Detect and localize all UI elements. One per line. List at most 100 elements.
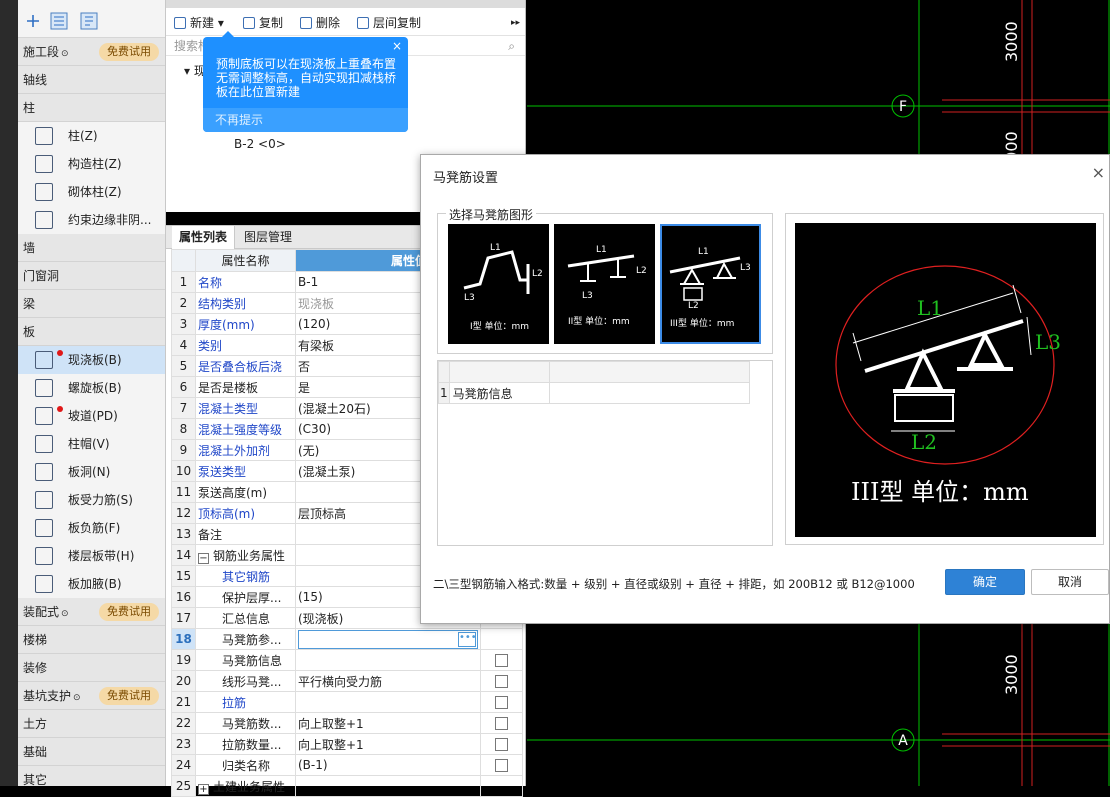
- property-row[interactable]: 18 马凳筋参... •••: [171, 628, 523, 650]
- search-icon[interactable]: ⌕: [508, 36, 515, 56]
- property-value[interactable]: 平行横向受力筋: [295, 670, 481, 692]
- negative-rebar-icon: [35, 519, 53, 537]
- input-format-hint: 二\三型钢筋输入格式:数量 + 级别 + 直径或级别 + 直径 + 排距，如 2…: [433, 577, 915, 591]
- copy-label: 复制: [259, 16, 284, 30]
- floor-copy-label: 层间复制: [373, 16, 422, 30]
- property-value[interactable]: •••: [295, 628, 481, 650]
- category-prefab[interactable]: 装配式 ⊙ 免费试用: [18, 598, 165, 626]
- shape-type-1[interactable]: L1 L2 L3 I型 单位：mm: [448, 224, 549, 344]
- property-value[interactable]: (B-1): [295, 754, 481, 776]
- more-icon[interactable]: ▸▸: [511, 15, 520, 31]
- property-row[interactable]: 23 拉筋数量... 向上取整+1: [171, 733, 523, 755]
- property-name: 是否是楼板: [195, 376, 296, 398]
- public-checkbox[interactable]: [495, 759, 508, 772]
- info-row-value[interactable]: [548, 382, 750, 404]
- nav-item-cast-slab[interactable]: 现浇板(B): [18, 346, 165, 374]
- nav-item-column-cap[interactable]: 柱帽(V): [18, 430, 165, 458]
- cancel-button[interactable]: 取消: [1031, 569, 1109, 595]
- category-label: 墙: [23, 241, 36, 255]
- svg-text:L1: L1: [698, 247, 709, 257]
- group-legend: 选择马凳筋图形: [446, 206, 537, 223]
- nav-item-column[interactable]: 柱(Z): [18, 122, 165, 150]
- category-construction-stage[interactable]: 施工段 ⊙ 免费试用: [18, 38, 165, 66]
- shape-type-2[interactable]: L1 L2 L3 II型 单位：mm: [554, 224, 655, 344]
- close-icon[interactable]: ×: [1092, 163, 1105, 182]
- public-checkbox[interactable]: [495, 675, 508, 688]
- category-axis[interactable]: 轴线: [18, 66, 165, 94]
- category-column[interactable]: 柱: [18, 94, 165, 122]
- nav-item-slab-main-rebar[interactable]: 板受力筋(S): [18, 486, 165, 514]
- public-checkbox[interactable]: [495, 717, 508, 730]
- dismiss-tip-button[interactable]: 不再提示: [203, 108, 408, 132]
- category-wall[interactable]: 墙: [18, 234, 165, 262]
- tab-property-list[interactable]: 属性列表: [172, 226, 236, 249]
- free-trial-badge[interactable]: 免费试用: [99, 687, 159, 705]
- nav-item-edge-column[interactable]: 约束边缘非阴...: [18, 206, 165, 234]
- category-pit-support[interactable]: 基坑支护 ⊙ 免费试用: [18, 682, 165, 710]
- tab-layer-manager[interactable]: 图层管理: [237, 226, 299, 249]
- nav-item-floor-strip[interactable]: 楼层板带(H): [18, 542, 165, 570]
- rebar-info-table-box: 1 马凳筋信息: [437, 360, 773, 546]
- edge-column-icon: [35, 211, 53, 229]
- row-index: 4: [171, 334, 196, 356]
- property-value[interactable]: [295, 649, 481, 671]
- nav-item-masonry-column[interactable]: 砌体柱(Z): [18, 178, 165, 206]
- row-index: 6: [171, 376, 196, 398]
- delete-button[interactable]: 删除: [300, 15, 340, 31]
- slab-opening-icon: [35, 463, 53, 481]
- property-row[interactable]: 24 归类名称 (B-1): [171, 754, 523, 776]
- collapse-icon[interactable]: −: [198, 552, 209, 564]
- nav-item-constructional-column[interactable]: 构造柱(Z): [18, 150, 165, 178]
- category-stair[interactable]: 楼梯: [18, 626, 165, 654]
- info-row-index: 1: [438, 382, 450, 404]
- floor-copy-button[interactable]: 层间复制: [357, 15, 421, 31]
- detail-view-icon[interactable]: [80, 12, 98, 30]
- ok-button[interactable]: 确定: [945, 569, 1025, 595]
- category-slab[interactable]: 板: [18, 318, 165, 346]
- category-other[interactable]: 其它: [18, 766, 165, 786]
- property-extra: [480, 733, 523, 755]
- nav-item-slab-haunch[interactable]: 板加腋(B): [18, 570, 165, 598]
- free-trial-badge[interactable]: 免费试用: [99, 43, 159, 61]
- ellipsis-icon[interactable]: •••: [458, 631, 477, 647]
- category-decoration[interactable]: 装修: [18, 654, 165, 682]
- public-checkbox[interactable]: [495, 654, 508, 667]
- property-name-text: 混凝土外加剂: [198, 443, 271, 458]
- nav-item-label: 构造柱(Z): [68, 157, 122, 171]
- property-value[interactable]: 向上取整+1: [295, 733, 481, 755]
- nav-item-slab-opening[interactable]: 板洞(N): [18, 458, 165, 486]
- slab-haunch-icon: [35, 575, 53, 593]
- expand-icon[interactable]: +: [198, 783, 209, 795]
- property-row[interactable]: 22 马凳筋数... 向上取整+1: [171, 712, 523, 734]
- free-trial-badge[interactable]: 免费试用: [99, 603, 159, 621]
- add-icon[interactable]: [24, 12, 42, 30]
- row-index: 24: [171, 754, 196, 776]
- nav-item-slab-negative-rebar[interactable]: 板负筋(F): [18, 514, 165, 542]
- property-name: 拉筋数量...: [195, 733, 296, 755]
- category-door-window[interactable]: 门窗洞: [18, 262, 165, 290]
- list-view-icon[interactable]: [50, 12, 68, 30]
- nav-item-ramp[interactable]: 坡道(PD): [18, 402, 165, 430]
- category-earthwork[interactable]: 土方: [18, 710, 165, 738]
- property-value[interactable]: 向上取整+1: [295, 712, 481, 734]
- rebar-param-input[interactable]: •••: [298, 629, 478, 649]
- close-icon[interactable]: ×: [392, 39, 402, 53]
- property-value[interactable]: [295, 775, 481, 797]
- shape-type-3[interactable]: L1 L3 L2 III型 单位：mm: [660, 224, 761, 344]
- copy-button[interactable]: 复制: [243, 15, 283, 31]
- category-beam[interactable]: 梁: [18, 290, 165, 318]
- property-row[interactable]: 19 马凳筋信息: [171, 649, 523, 671]
- public-checkbox[interactable]: [495, 696, 508, 709]
- tree-item[interactable]: B-2 <0>: [234, 137, 525, 151]
- info-row[interactable]: 1 马凳筋信息: [438, 382, 750, 404]
- property-row[interactable]: 20 线形马凳... 平行横向受力筋: [171, 670, 523, 692]
- public-checkbox[interactable]: [495, 738, 508, 751]
- new-button[interactable]: 新建 ▾: [174, 15, 224, 31]
- property-value[interactable]: [295, 691, 481, 713]
- property-name: 泵送高度(m): [195, 481, 296, 503]
- category-foundation[interactable]: 基础: [18, 738, 165, 766]
- property-row[interactable]: 25 + 土建业务属性: [171, 775, 523, 797]
- nav-item-spiral-slab[interactable]: 螺旋板(B): [18, 374, 165, 402]
- property-row[interactable]: 21 拉筋: [171, 691, 523, 713]
- dimension-bottom: 3000: [1002, 654, 1021, 695]
